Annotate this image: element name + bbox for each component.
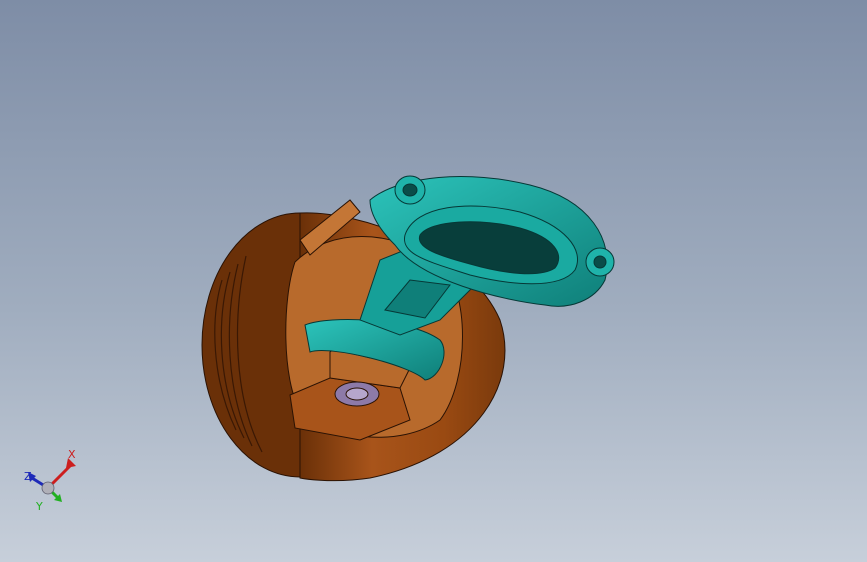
- axis-triad[interactable]: X Z Y: [18, 444, 90, 516]
- 3d-model[interactable]: [0, 0, 867, 562]
- triad-origin: [41, 481, 55, 495]
- graphics-viewport[interactable]: X Z Y: [0, 0, 867, 562]
- y-axis-label: Y: [35, 500, 43, 513]
- z-axis-label: Z: [24, 470, 32, 483]
- x-axis-label: X: [68, 448, 76, 461]
